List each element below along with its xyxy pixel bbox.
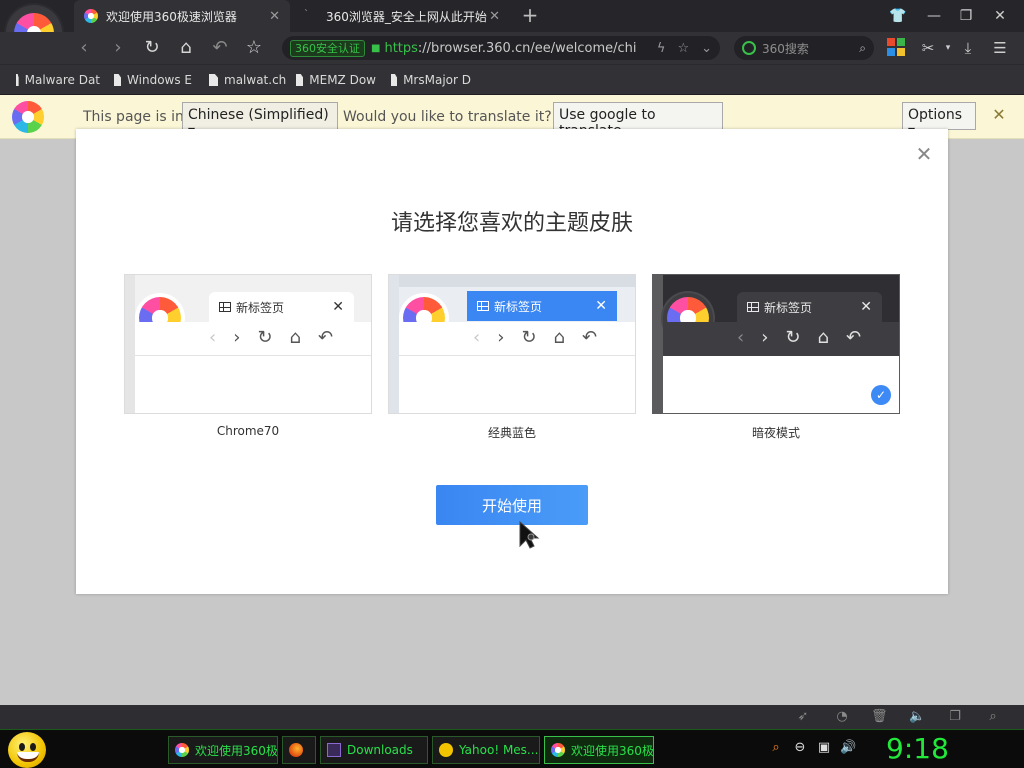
selected-check-icon: ✓: [871, 385, 891, 405]
minus-circle-icon[interactable]: ⊖: [792, 740, 808, 756]
search-engine-icon[interactable]: [742, 41, 756, 55]
new-tab-button[interactable]: +: [520, 4, 540, 26]
skin-preview-tab: 新标签页 ✕: [467, 291, 617, 321]
speed-icon[interactable]: ◔: [834, 709, 850, 725]
translate-question: Would you like to translate it?: [343, 109, 552, 125]
close-icon[interactable]: ✕: [269, 9, 280, 24]
reload-button[interactable]: ↻: [140, 36, 164, 60]
browser-logo-icon: [12, 101, 44, 133]
url-scheme: https: [384, 40, 418, 56]
skin-label: 经典蓝色: [487, 426, 536, 440]
scissors-icon[interactable]: ✂: [918, 38, 938, 58]
skin-preview-nav: ‹ › ↻ ⌂ ↶: [209, 327, 334, 348]
dialog-title: 请选择您喜欢的主题皮肤: [390, 211, 633, 236]
apps-icon[interactable]: [887, 38, 907, 58]
taskbar-item-downloads[interactable]: Downloads: [320, 736, 428, 764]
tab-title: 360浏览器_安全上网从此开始: [326, 9, 487, 24]
page-icon: [391, 74, 398, 86]
shirt-skin-icon[interactable]: 👕: [886, 5, 910, 27]
firefox-icon: [289, 743, 303, 757]
window-icon[interactable]: ❐: [947, 709, 963, 725]
page-icon: [296, 74, 304, 86]
volume-icon[interactable]: 🔈: [909, 709, 925, 725]
bookmark-item[interactable]: Malware Dat: [16, 72, 100, 88]
forward-button[interactable]: ›: [106, 36, 130, 60]
download-icon[interactable]: ⤓: [958, 38, 978, 58]
star-icon[interactable]: ☆: [677, 41, 689, 56]
skin-option-chrome70[interactable]: 新标签页 ✕ ‹ › ↻ ⌂ ↶: [124, 274, 372, 414]
bookmark-item[interactable]: MEMZ Dow: [296, 72, 376, 88]
home-button[interactable]: ⌂: [174, 36, 198, 60]
translate-prefix: This page is in: [83, 109, 184, 125]
tab-bar: 欢迎使用360极速浏览器 ✕ ` 360浏览器_安全上网从此开始 ✕ + 👕 —…: [0, 0, 1024, 32]
trash-icon[interactable]: 🗑: [871, 709, 888, 725]
bookmarks-bar: Malware Dat Windows E malwat.ch MEMZ Dow…: [0, 64, 1024, 94]
browser-logo-icon: [84, 9, 98, 23]
volume-icon[interactable]: 🔊: [840, 740, 856, 756]
search-box[interactable]: 360搜索 ⌕: [734, 36, 874, 60]
taskbar-item-browser-active[interactable]: 欢迎使用360极速 - ...: [544, 736, 654, 764]
taskbar-item-yahoo[interactable]: Yahoo! Mes...: [432, 736, 540, 764]
language-select[interactable]: Chinese (Simplified) ▾: [182, 102, 338, 139]
skin-option-classic-blue[interactable]: 新标签页 ✕ ‹ › ↻ ⌂ ↶: [388, 274, 636, 414]
bookmark-item[interactable]: MrsMajor D: [391, 72, 471, 88]
tab-360-browser[interactable]: ` 360浏览器_安全上网从此开始 ✕: [294, 0, 510, 32]
skin-option-dark[interactable]: 新标签页 ✕ ‹ › ↻ ⌂ ↶ ✓: [652, 274, 900, 414]
tab-welcome[interactable]: 欢迎使用360极速浏览器 ✕: [74, 0, 290, 32]
mouse-cursor-icon: [519, 520, 540, 549]
toolbar: ‹ › ↻ ⌂ ↶ ☆ 360安全认证 ■ https ://browser.3…: [0, 32, 1024, 64]
rocket-icon[interactable]: ➶: [795, 709, 811, 725]
skin-preview-nav: ‹ › ↻ ⌂ ↶: [473, 327, 598, 348]
zoom-icon[interactable]: ⌕: [985, 709, 1001, 725]
secure-badge[interactable]: 360安全认证: [290, 39, 365, 57]
options-button[interactable]: Options ▾: [902, 102, 976, 139]
dialog-close-button[interactable]: ✕: [914, 144, 934, 164]
network-icon[interactable]: ▣: [816, 740, 832, 756]
start-button[interactable]: [8, 732, 46, 768]
clock[interactable]: 9:18 PM: [886, 732, 996, 768]
address-bar[interactable]: 360安全认证 ■ https ://browser.360.cn/ee/wel…: [282, 36, 720, 60]
close-window-button[interactable]: ✕: [988, 5, 1012, 27]
restore-button[interactable]: ❐: [954, 5, 978, 27]
taskbar-item-firefox[interactable]: [282, 736, 316, 764]
browser-icon: [175, 743, 189, 757]
tab-title: 欢迎使用360极速浏览器: [106, 9, 237, 24]
bookmark-item[interactable]: malwat.ch: [209, 72, 287, 88]
close-icon[interactable]: ✕: [489, 9, 500, 24]
page-icon: [209, 74, 218, 86]
lock-icon: ■: [371, 42, 381, 54]
search-icon[interactable]: ⌕: [859, 41, 866, 56]
screen: 欢迎使用360极速浏览器 ✕ ` 360浏览器_安全上网从此开始 ✕ + 👕 —…: [0, 0, 1024, 768]
skin-preview-tab: 新标签页 ✕: [209, 292, 354, 322]
loading-icon: `: [304, 9, 309, 20]
close-icon[interactable]: ✕: [990, 106, 1008, 124]
chevron-down-icon[interactable]: ⌄: [701, 41, 712, 56]
minimize-button[interactable]: —: [922, 5, 946, 27]
start-using-button[interactable]: 开始使用: [436, 485, 588, 525]
undo-close-button[interactable]: ↶: [208, 36, 232, 60]
taskbar-item-browser[interactable]: 欢迎使用360极速浏览器 - ...: [168, 736, 278, 764]
browser-status-bar: ➶ ◔ 🗑 🔈 ❐ ⌕: [0, 705, 1024, 729]
page-icon: [16, 74, 19, 86]
skin-preview-tab: 新标签页 ✕: [737, 292, 882, 322]
bookmark-star-button[interactable]: ☆: [242, 36, 266, 60]
url-text: ://browser.360.cn/ee/welcome/chi: [417, 40, 637, 56]
bookmark-item[interactable]: Windows E: [114, 72, 192, 88]
smiley-icon: [439, 743, 453, 757]
lightning-icon[interactable]: ϟ: [657, 41, 666, 56]
skin-preview-nav: ‹ › ↻ ⌂ ↶: [737, 327, 862, 348]
menu-icon[interactable]: ☰: [990, 38, 1010, 58]
taskbar: 欢迎使用360极速浏览器 - ... Downloads Yahoo! Mes.…: [0, 729, 1024, 768]
translate-button[interactable]: Use google to translate.: [553, 102, 723, 139]
search-tray-icon[interactable]: ⌕: [768, 740, 784, 756]
chevron-down-icon[interactable]: ▾: [938, 38, 958, 58]
skin-label: 暗夜模式: [751, 426, 800, 440]
back-button[interactable]: ‹: [72, 36, 96, 60]
search-placeholder: 360搜索: [762, 41, 809, 56]
browser-icon: [551, 743, 565, 757]
folder-icon: [327, 743, 341, 757]
page-icon: [114, 74, 122, 86]
skin-label: Chrome70: [216, 424, 280, 438]
